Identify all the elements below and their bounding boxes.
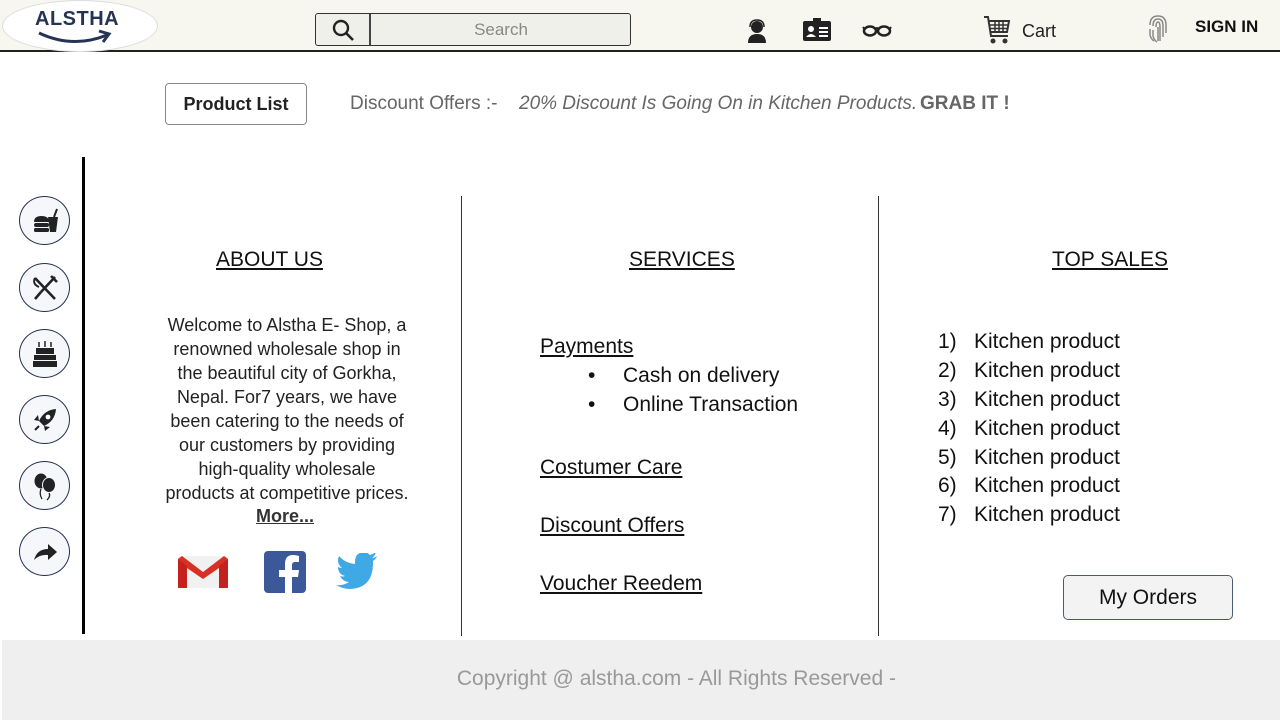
top-sales-item[interactable]: 2) Kitchen product: [938, 359, 1120, 383]
item-name: Kitchen product: [974, 417, 1120, 440]
item-number: 7): [938, 503, 957, 526]
glasses-icon[interactable]: [861, 22, 893, 38]
item-name: Kitchen product: [974, 503, 1120, 526]
item-name: Kitchen product: [974, 330, 1120, 353]
product-list-button[interactable]: Product List: [165, 83, 307, 125]
about-line: the beautiful city of Gorkha,: [177, 363, 397, 383]
bullet: •: [588, 364, 596, 387]
item-name: Kitchen product: [974, 446, 1120, 469]
bullet: •: [588, 393, 596, 416]
twitter-link[interactable]: [336, 552, 378, 590]
sidebar-item-fast-food[interactable]: [19, 196, 70, 245]
column-divider: [878, 196, 879, 636]
top-sales-item[interactable]: 3) Kitchen product: [938, 388, 1120, 412]
rocket-icon: [33, 408, 56, 431]
facebook-link[interactable]: [264, 551, 306, 593]
payment-option: • Online Transaction: [588, 393, 798, 417]
footer: Copyright @ alstha.com - All Rights Rese…: [2, 640, 1280, 720]
search-input[interactable]: [372, 14, 630, 45]
cart-icon[interactable]: [982, 14, 1012, 46]
grab-it-text: GRAB IT !: [920, 93, 1010, 114]
fork-knife-icon: [32, 274, 58, 300]
fast-food-icon: [33, 208, 58, 232]
item-name: Kitchen product: [974, 359, 1120, 382]
item-number: 6): [938, 474, 957, 497]
search-bar: [315, 13, 631, 46]
about-line: been catering to the needs of: [170, 411, 404, 431]
discount-announcement: 20% Discount Is Going On in Kitchen Prod…: [519, 93, 918, 114]
signin-link[interactable]: SIGN IN: [1195, 17, 1258, 37]
about-line: our customers by providing: [178, 435, 396, 455]
fingerprint-icon[interactable]: [1146, 12, 1170, 44]
about-line: renowned wholesale shop in: [173, 339, 401, 359]
payment-option-label: Cash on delivery: [623, 364, 780, 387]
top-sales-item[interactable]: 6) Kitchen product: [938, 474, 1120, 498]
item-number: 4): [938, 417, 957, 440]
voucher-redeem-link[interactable]: Voucher Reedem: [540, 572, 702, 596]
facebook-icon: [264, 551, 306, 593]
about-us-text: Welcome to Alstha E- Shop, a renowned wh…: [158, 313, 416, 505]
search-icon: [332, 19, 354, 41]
header-bar: ALSTHA Search Cart SIGN IN: [0, 0, 1280, 52]
sidebar-item-party[interactable]: [19, 461, 70, 510]
top-sales-item[interactable]: 5) Kitchen product: [938, 446, 1120, 470]
search-button[interactable]: [316, 14, 371, 45]
about-line: products at competitive prices.: [165, 483, 409, 503]
top-sales-heading: TOP SALES: [1052, 248, 1168, 271]
about-us-heading: ABOUT US: [216, 248, 323, 271]
item-number: 2): [938, 359, 957, 382]
share-arrow-icon: [33, 543, 57, 560]
payments-link[interactable]: Payments: [540, 335, 633, 359]
my-orders-button[interactable]: My Orders: [1063, 575, 1233, 620]
item-number: 3): [938, 388, 957, 411]
top-sales-item[interactable]: 4) Kitchen product: [938, 417, 1120, 441]
item-name: Kitchen product: [974, 474, 1120, 497]
copyright-text: Copyright @ alstha.com - All Rights Rese…: [456, 667, 896, 690]
sidebar-item-cake[interactable]: [19, 329, 70, 378]
more-link[interactable]: More...: [256, 506, 314, 527]
twitter-icon: [336, 553, 377, 589]
top-sales-item[interactable]: 7) Kitchen product: [938, 503, 1120, 527]
services-heading: SERVICES: [629, 248, 735, 271]
top-sales-item[interactable]: 1) Kitchen product: [938, 330, 1120, 354]
balloons-icon: [34, 473, 56, 500]
gmail-link[interactable]: [177, 552, 229, 592]
gmail-icon: [178, 556, 228, 588]
sidebar-divider: [82, 157, 85, 634]
item-name: Kitchen product: [974, 388, 1120, 411]
customer-care-link[interactable]: Costumer Care: [540, 456, 682, 480]
discount-offers-link[interactable]: Discount Offers: [540, 514, 684, 538]
item-number: 5): [938, 446, 957, 469]
discount-offers-label: Discount Offers :-: [350, 93, 498, 114]
cake-icon: [32, 340, 57, 367]
column-divider: [461, 196, 462, 636]
about-line: high-quality wholesale: [198, 459, 376, 479]
about-line: Nepal. For7 years, we have: [176, 387, 398, 407]
sidebar-item-dining[interactable]: [19, 263, 70, 312]
item-number: 1): [938, 330, 957, 353]
payment-option-label: Online Transaction: [623, 393, 799, 416]
payment-option: • Cash on delivery: [588, 364, 779, 388]
logo[interactable]: ALSTHA: [2, 0, 158, 52]
logo-arrow-icon: [38, 29, 112, 44]
sidebar-item-rocket[interactable]: [19, 395, 70, 444]
cart-label[interactable]: Cart: [1022, 21, 1056, 42]
support-agent-icon[interactable]: [745, 18, 769, 44]
contact-card-icon[interactable]: [801, 17, 833, 43]
about-line: Welcome to Alstha E- Shop, a: [167, 315, 407, 335]
sidebar-item-share[interactable]: [19, 527, 70, 576]
